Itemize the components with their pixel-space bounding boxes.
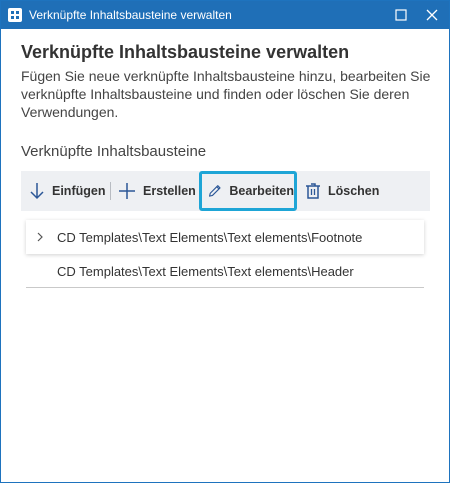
- app-icon: [8, 8, 22, 22]
- insert-button[interactable]: Einfügen: [29, 171, 105, 211]
- title-bar[interactable]: Verknüpfte Inhaltsbausteine verwalten: [1, 1, 449, 29]
- dialog-window: Verknüpfte Inhaltsbausteine verwalten Ve…: [0, 0, 450, 483]
- page-title: Verknüpfte Inhaltsbausteine verwalten: [21, 42, 350, 62]
- edit-button[interactable]: Bearbeiten: [199, 171, 297, 211]
- section-label: Verknüpfte Inhaltsbausteine: [21, 143, 207, 160]
- list-item-label: CD Templates\Text Elements\Text elements…: [57, 230, 363, 245]
- close-button[interactable]: [415, 1, 449, 29]
- create-button[interactable]: Erstellen: [118, 171, 196, 211]
- close-icon: [426, 9, 438, 21]
- chevron-right-icon[interactable]: [35, 231, 45, 243]
- maximize-icon: [395, 9, 407, 21]
- content-block-list: CD Templates\Text Elements\Text elements…: [26, 220, 424, 288]
- list-item-label: CD Templates\Text Elements\Text elements…: [57, 264, 354, 279]
- list-item[interactable]: CD Templates\Text Elements\Text elements…: [26, 254, 424, 288]
- insert-label: Einfügen: [52, 184, 106, 198]
- plus-icon: [119, 183, 135, 199]
- list-item[interactable]: CD Templates\Text Elements\Text elements…: [26, 220, 424, 254]
- create-label: Erstellen: [143, 184, 196, 198]
- arrow-down-icon: [30, 183, 44, 200]
- trash-icon: [306, 183, 320, 199]
- toolbar: Einfügen Erstellen Bearbeiten Löschen: [21, 171, 430, 211]
- delete-label: Löschen: [328, 184, 380, 198]
- toolbar-divider: [110, 182, 111, 200]
- delete-button[interactable]: Löschen: [305, 171, 379, 211]
- maximize-button[interactable]: [384, 1, 418, 29]
- description-text: Fügen Sie neue verknüpfte Inhaltsbaustei…: [21, 68, 431, 120]
- pencil-icon: [209, 185, 221, 197]
- edit-label: Bearbeiten: [229, 184, 294, 198]
- window-title: Verknüpfte Inhaltsbausteine verwalten: [29, 8, 232, 22]
